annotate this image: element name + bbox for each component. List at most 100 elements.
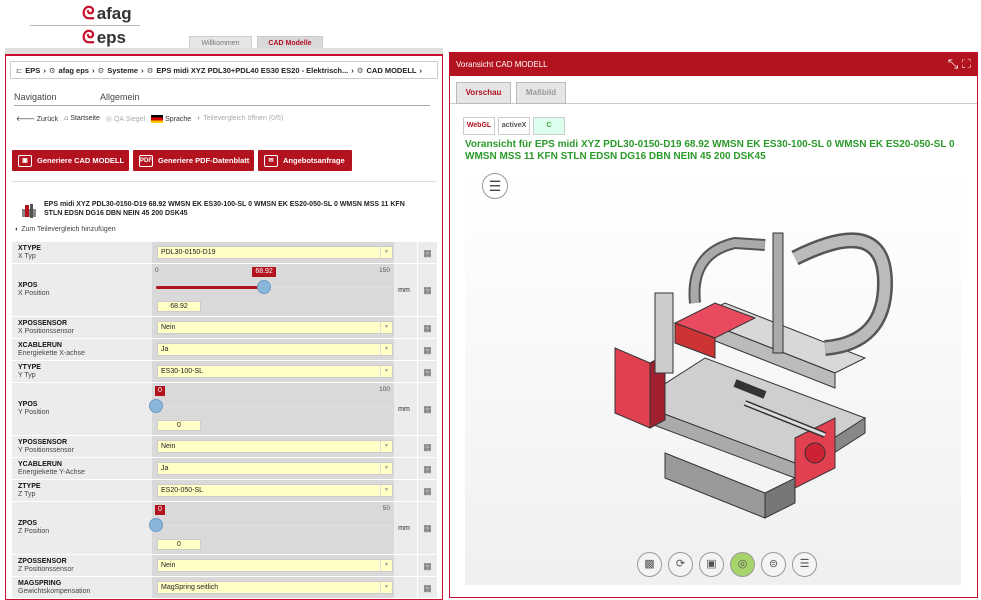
afag-logo-mark-icon: ᘓ bbox=[82, 3, 95, 23]
param-row-ypos: YPOS Y Position 0 100 0 mm ▦ bbox=[12, 383, 437, 436]
table-icon[interactable]: ▦ bbox=[417, 339, 437, 360]
table-icon[interactable]: ▦ bbox=[417, 361, 437, 382]
gear-icon: ⚙ bbox=[146, 65, 154, 75]
param-desc: X Typ bbox=[18, 253, 36, 260]
cad-icon: ▣ bbox=[18, 154, 32, 167]
add-to-compare-link[interactable]: ◐ Zum Teilevergleich hinzufügen bbox=[15, 226, 116, 233]
param-name: YCABLERUN bbox=[18, 461, 62, 468]
breadcrumb-item-eps[interactable]: EPS bbox=[25, 66, 40, 75]
table-icon[interactable]: ▦ bbox=[417, 264, 437, 316]
afag-wordmark: afag bbox=[96, 3, 132, 23]
tab-massbild[interactable]: Maßbild bbox=[516, 82, 566, 104]
table-icon[interactable]: ▦ bbox=[417, 458, 437, 479]
param-name: YPOS bbox=[18, 401, 38, 408]
breadcrumb-item-cad-modell[interactable]: CAD MODELL bbox=[367, 66, 417, 75]
breadcrumb-start-icon: ⊏ bbox=[16, 65, 23, 75]
chevron-down-icon: ▼ bbox=[380, 485, 392, 496]
slider-handle[interactable] bbox=[149, 518, 163, 532]
compare-open-link[interactable]: ◐ Teilevergleich öffnen (0/5) bbox=[197, 115, 283, 122]
rotate-play-icon[interactable]: ⟳ bbox=[668, 552, 693, 577]
logo-divider bbox=[30, 25, 140, 26]
breadcrumb-item-product[interactable]: EPS midi XYZ PDL30+PDL40 ES30 ES20 - Ele… bbox=[156, 66, 348, 75]
texture-view-icon[interactable]: ▩ bbox=[637, 552, 662, 577]
slider-value-badge: 0 bbox=[155, 386, 165, 396]
xpossensor-select[interactable]: Nein ▼ bbox=[157, 321, 393, 334]
table-icon[interactable]: ▦ bbox=[417, 555, 437, 576]
xtype-select[interactable]: PDL30-0150-D19 ▼ bbox=[157, 246, 393, 259]
tab-navigation[interactable]: Navigation bbox=[14, 92, 57, 102]
breadcrumb-item-afag-eps[interactable]: afag eps bbox=[59, 66, 89, 75]
param-desc: Y Positionssensor bbox=[18, 447, 74, 454]
table-icon[interactable]: ▦ bbox=[417, 383, 437, 435]
xpos-input[interactable]: 68.92 bbox=[157, 301, 201, 312]
param-desc: Y Typ bbox=[18, 372, 36, 379]
mail-icon: ✉ bbox=[264, 154, 278, 167]
ztype-select[interactable]: ES20-050-SL ▼ bbox=[157, 484, 393, 497]
ytype-select[interactable]: ES30-100-SL ▼ bbox=[157, 365, 393, 378]
tab-allgemein[interactable]: Allgemein bbox=[100, 92, 140, 102]
cad-viewer[interactable]: ☰ ▩ ⟳ ▣ ◎ ⊜ ☰ bbox=[465, 173, 961, 585]
param-desc: X Position bbox=[18, 290, 50, 297]
generate-cad-button[interactable]: ▣ Generiere CAD MODELL bbox=[12, 150, 129, 171]
zpos-slider[interactable] bbox=[149, 518, 392, 532]
param-row-xpossensor: XPOSSENSOR X Positionssensor Nein ▼ ▦ bbox=[12, 317, 437, 339]
xpos-slider[interactable] bbox=[156, 280, 392, 294]
table-icon[interactable]: ▦ bbox=[417, 480, 437, 501]
quote-request-button[interactable]: ✉ Angebotsanfrage bbox=[258, 150, 352, 171]
arrow-left-icon: 🡐 bbox=[16, 116, 37, 123]
back-link[interactable]: 🡐 Zurück bbox=[16, 114, 58, 123]
product-title: EPS midi XYZ PDL30-0150-D19 68.92 WMSN E… bbox=[44, 201, 405, 217]
table-icon[interactable]: ▦ bbox=[417, 502, 437, 554]
slider-handle[interactable] bbox=[149, 399, 163, 413]
qa-seal-link[interactable]: ◎ QA Siegel bbox=[106, 115, 145, 123]
zpos-input[interactable]: 0 bbox=[157, 539, 201, 550]
ypossensor-select[interactable]: Nein ▼ bbox=[157, 440, 393, 453]
unit-label: mm bbox=[398, 525, 410, 532]
ypos-input[interactable]: 0 bbox=[157, 420, 201, 431]
webgl-badge[interactable]: WebGL bbox=[463, 117, 495, 135]
language-link[interactable]: Sprache bbox=[151, 114, 191, 123]
table-icon[interactable]: ▦ bbox=[417, 242, 437, 263]
wireframe-view-icon[interactable]: ⊜ bbox=[761, 552, 786, 577]
nav-tabs: Navigation Allgemein bbox=[14, 92, 430, 106]
expand-icon[interactable]: ⛶ bbox=[962, 56, 971, 71]
table-icon[interactable]: ▦ bbox=[417, 436, 437, 457]
table-icon[interactable]: ▦ bbox=[417, 577, 437, 598]
table-icon[interactable]: ▦ bbox=[417, 317, 437, 338]
slider-fill bbox=[156, 286, 265, 289]
ycablerun-select[interactable]: Ja ▼ bbox=[157, 462, 393, 475]
param-row-ypossensor: YPOSSENSOR Y Positionssensor Nein ▼ ▦ bbox=[12, 436, 437, 458]
gear-icon: ⚙ bbox=[48, 65, 56, 75]
cube-view-icon[interactable]: ▣ bbox=[699, 552, 724, 577]
param-row-xcablerun: XCABLERUN Energiekette X-achse Ja ▼ ▦ bbox=[12, 339, 437, 361]
collapse-icon[interactable]: ⤡ bbox=[948, 56, 958, 71]
param-name: YTYPE bbox=[18, 364, 41, 371]
param-desc: Y Position bbox=[18, 409, 50, 416]
cad-model-render bbox=[614, 232, 894, 519]
param-row-magspring: MAGSPRING Gewichtskompensation MagSpring … bbox=[12, 577, 437, 599]
magspring-select[interactable]: MagSpring seitlich ▼ bbox=[157, 581, 393, 594]
chevron-down-icon: ▼ bbox=[380, 463, 392, 474]
pdf-icon: PDF bbox=[139, 154, 153, 167]
cadenas-badge[interactable]: C bbox=[533, 117, 565, 135]
gear-icon: ⚙ bbox=[356, 65, 364, 75]
xcablerun-select[interactable]: Ja ▼ bbox=[157, 343, 393, 356]
generate-pdf-button[interactable]: PDF Generiere PDF-Datenblatt bbox=[133, 150, 254, 171]
range-max: 50 bbox=[382, 505, 390, 512]
ypos-slider[interactable] bbox=[149, 399, 392, 413]
param-row-ytype: YTYPE Y Typ ES30-100-SL ▼ ▦ bbox=[12, 361, 437, 383]
tab-vorschau[interactable]: Vorschau bbox=[456, 82, 511, 104]
slider-handle[interactable] bbox=[257, 280, 272, 294]
layers-view-icon[interactable]: ☰ bbox=[792, 552, 817, 577]
param-row-ycablerun: YCABLERUN Energiekette Y-Achse Ja ▼ ▦ bbox=[12, 458, 437, 480]
activex-badge[interactable]: activeX bbox=[498, 117, 530, 135]
unit-label: mm bbox=[398, 406, 410, 413]
param-desc: Energiekette X-achse bbox=[18, 350, 85, 357]
home-link[interactable]: ⌂ Startseite bbox=[64, 115, 100, 122]
param-name: XPOSSENSOR bbox=[18, 320, 68, 327]
range-max: 150 bbox=[379, 267, 390, 274]
breadcrumb-item-systeme[interactable]: Systeme bbox=[107, 66, 138, 75]
shaded-view-icon[interactable]: ◎ bbox=[730, 552, 755, 577]
zpossensor-select[interactable]: Nein ▼ bbox=[157, 559, 393, 572]
param-desc: Z Positionssensor bbox=[18, 566, 74, 573]
